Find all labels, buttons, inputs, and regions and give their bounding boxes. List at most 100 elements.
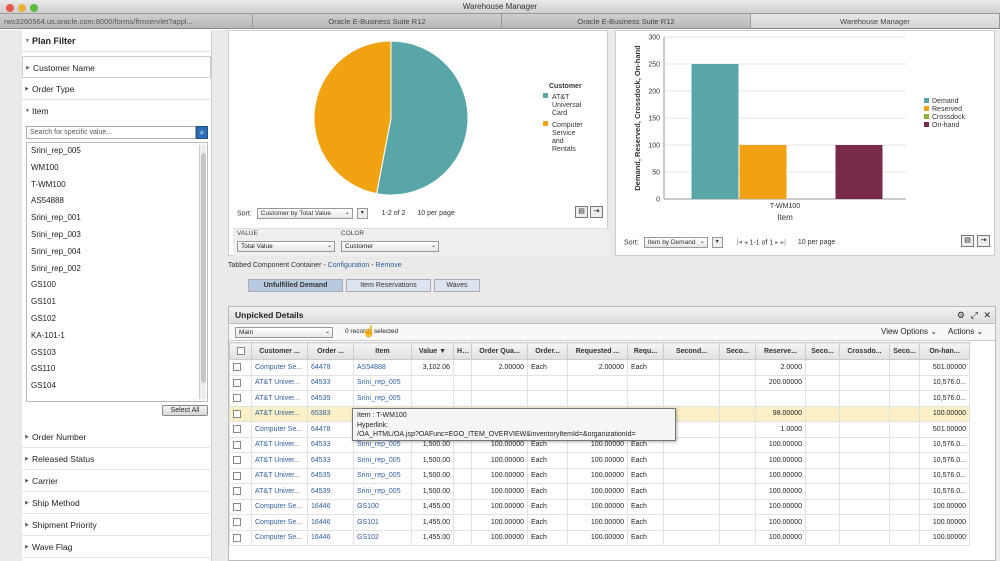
released-status-filter[interactable]: ▶ Released Status	[22, 448, 212, 470]
wave-flag-filter[interactable]: ▶ Wave Flag	[22, 536, 212, 558]
shipment-priority-filter[interactable]: ▶ Shipment Priority	[22, 514, 212, 536]
next-page-icon[interactable]: ▸	[775, 239, 779, 246]
row-checkbox-cell[interactable]	[229, 436, 252, 453]
table-link-cell[interactable]: 64478	[307, 421, 354, 438]
table-row[interactable]: AT&T Univer... 64533 Srini_rep_005 1,500.00…	[229, 452, 970, 469]
row-checkbox-cell[interactable]	[229, 374, 252, 391]
maximize-icon[interactable]: ⤢	[971, 307, 978, 324]
checkbox[interactable]	[233, 533, 241, 542]
bar-sort-dropdown[interactable]: Item by Demand ⌄	[643, 237, 708, 248]
checkbox[interactable]	[233, 456, 241, 465]
gear-icon[interactable]: ⚙	[957, 307, 965, 324]
tab-item-reservations[interactable]: Item Reservations	[346, 279, 431, 292]
column-header[interactable]: Hold	[453, 342, 472, 360]
table-link-cell[interactable]: AT&T Univer...	[251, 405, 308, 422]
list-item[interactable]: GS104	[27, 378, 207, 395]
plan-filter-header[interactable]: ▼ Plan Filter	[22, 30, 211, 52]
browser-tab-url[interactable]: rws3260564.us.oracle.com:8000/forms/frms…	[0, 14, 253, 28]
view-select[interactable]: Main ⌄	[235, 327, 333, 338]
list-item[interactable]: GS102	[27, 311, 207, 328]
column-header[interactable]: Seco...	[805, 342, 840, 360]
checkbox[interactable]	[233, 425, 241, 434]
export-icon[interactable]: ⇥	[590, 206, 603, 218]
table-link-cell[interactable]: AT&T Univer...	[251, 374, 308, 391]
table-link-cell[interactable]: 16446	[307, 498, 354, 515]
table-link-cell[interactable]: Computer Se...	[251, 359, 308, 376]
table-link-cell[interactable]: AT&T Univer...	[251, 483, 308, 500]
select-all-button[interactable]: Select All	[162, 405, 208, 416]
color-select[interactable]: Customer ⌄	[341, 241, 439, 252]
item-filter[interactable]: ▼ Item	[22, 100, 211, 122]
tab-unfulfilled-demand[interactable]: Unfulfilled Demand	[248, 279, 343, 292]
item-list-scrollbar[interactable]	[199, 145, 206, 399]
table-link-cell[interactable]: Srini_rep_005	[353, 390, 412, 407]
table-row[interactable]: AT&T Univer... 64539 Srini_rep_005 1,500.00…	[229, 483, 970, 500]
table-row[interactable]: AT&T Univer... 64539 Srini_rep_005 10,576.0…	[229, 390, 970, 407]
checkbox[interactable]	[233, 363, 241, 372]
table-link-cell[interactable]: AT&T Univer...	[251, 436, 308, 453]
scrollbar-thumb[interactable]	[201, 153, 206, 383]
select-all-checkbox-cell[interactable]	[229, 342, 252, 360]
table-row[interactable]: AT&T Univer... 64533 Srini_rep_005 200.0000…	[229, 374, 970, 391]
view-options-button[interactable]: View Options ⌄	[881, 327, 937, 336]
column-header[interactable]: On-han...	[919, 342, 970, 360]
actions-button[interactable]: Actions ⌄	[948, 327, 983, 336]
prev-page-icon[interactable]: ◂	[744, 239, 748, 246]
table-row[interactable]: AT&T Univer... 64535 Srini_rep_005 1,500.00…	[229, 467, 970, 484]
browser-tab-ebs-2[interactable]: Oracle E-Business Suite R12	[502, 14, 751, 28]
table-link-cell[interactable]: Srini_rep_005	[353, 452, 412, 469]
list-item[interactable]: GS110	[27, 361, 207, 378]
table-link-cell[interactable]: 64539	[307, 390, 354, 407]
table-link-cell[interactable]: Computer Se...	[251, 514, 308, 531]
list-item[interactable]: GS101	[27, 294, 207, 311]
list-item[interactable]: KA-101-1	[27, 328, 207, 345]
table-link-cell[interactable]: 16446	[307, 514, 354, 531]
column-header[interactable]: Reserve...	[755, 342, 806, 360]
sort-direction-button[interactable]: ▾	[356, 208, 368, 219]
table-link-cell[interactable]: AS54888	[353, 359, 412, 376]
checkbox[interactable]	[233, 394, 241, 403]
column-header[interactable]: Value ▼	[411, 342, 454, 360]
table-link-cell[interactable]: AT&T Univer...	[251, 390, 308, 407]
print-icon[interactable]: ▤	[961, 235, 974, 247]
table-link-cell[interactable]: AT&T Univer...	[251, 467, 308, 484]
row-checkbox-cell[interactable]	[229, 421, 252, 438]
column-header[interactable]: Seco...	[719, 342, 756, 360]
column-header[interactable]: Item	[353, 342, 412, 360]
table-link-cell[interactable]: AT&T Univer...	[251, 452, 308, 469]
row-checkbox-cell[interactable]	[229, 514, 252, 531]
table-row[interactable]: Computer Se... 16446 GS100 1,455.00 100.0000…	[229, 498, 970, 515]
order-number-filter[interactable]: ▶ Order Number	[22, 426, 212, 448]
column-header[interactable]: Seco...	[889, 342, 920, 360]
first-page-icon[interactable]: |◂	[737, 239, 742, 246]
table-link-cell[interactable]: 65383	[307, 405, 354, 422]
print-icon[interactable]: ▤	[575, 206, 588, 218]
list-item[interactable]: Srini_rep_004	[27, 244, 207, 261]
export-icon[interactable]: ⇥	[977, 235, 990, 247]
checkbox[interactable]	[233, 471, 241, 480]
remove-link[interactable]: Remove	[376, 262, 402, 269]
list-item[interactable]: Srini_rep_005	[27, 143, 207, 160]
search-icon[interactable]: ⌕	[196, 126, 208, 139]
table-link-cell[interactable]: 16446	[307, 529, 354, 546]
table-row[interactable]: Computer Se... 16446 GS102 1,455.00 100.0000…	[229, 529, 970, 546]
column-header[interactable]: Requ...	[627, 342, 664, 360]
close-window-icon[interactable]	[6, 4, 14, 12]
close-icon[interactable]: ✕	[983, 307, 991, 324]
column-header[interactable]: Order ...	[307, 342, 354, 360]
row-checkbox-cell[interactable]	[229, 452, 252, 469]
list-item[interactable]: AS54888	[27, 193, 207, 210]
ship-method-filter[interactable]: ▶ Ship Method	[22, 492, 212, 514]
table-row[interactable]: Computer Se... 64478 AS54888 3,102.06 2.0000…	[229, 359, 970, 376]
list-item[interactable]: T-WM100	[27, 177, 207, 194]
last-page-icon[interactable]: ▸|	[781, 239, 786, 246]
column-header[interactable]: Requested ...	[567, 342, 628, 360]
checkbox[interactable]	[233, 409, 241, 418]
list-item[interactable]: Srini_rep_002	[27, 261, 207, 278]
item-search-input[interactable]: Search for specific value...	[26, 126, 196, 139]
table-link-cell[interactable]: 64533	[307, 374, 354, 391]
list-item[interactable]: GS100	[27, 277, 207, 294]
row-checkbox-cell[interactable]	[229, 467, 252, 484]
row-checkbox-cell[interactable]	[229, 359, 252, 376]
row-checkbox-cell[interactable]	[229, 390, 252, 407]
